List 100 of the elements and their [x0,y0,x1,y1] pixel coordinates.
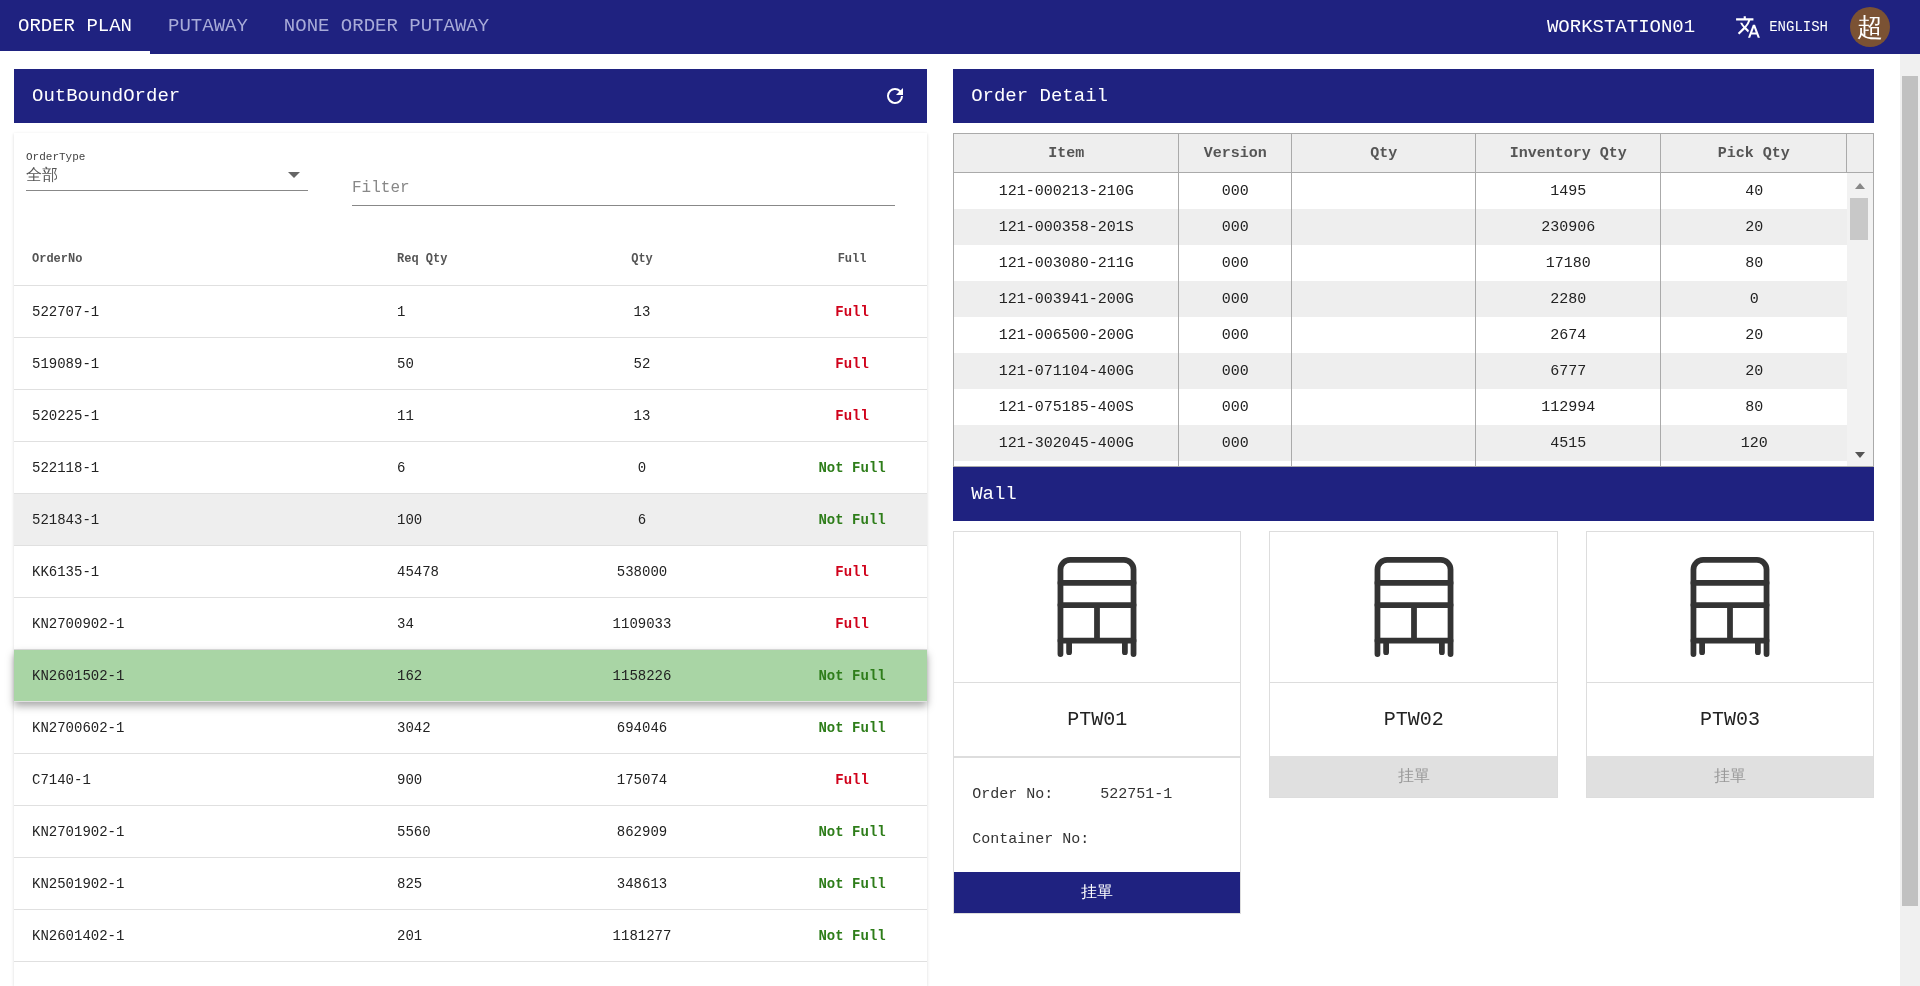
status-text: Not Full [817,667,887,684]
order-type-dropdown[interactable]: OrderType 全部 [26,151,308,191]
table-cell-text: 519089-1 [32,355,101,372]
table-cell-text: 522707-1 [32,303,101,320]
order-no-label: Order No: [972,786,1055,803]
table-cell: 000 [1179,425,1293,461]
order-row[interactable]: C7140-1 900 175074 Full [14,754,928,806]
table-cell-text: 900 [396,771,424,788]
order-row[interactable]: KN2700602-1 3042 694046 Not Full [14,702,928,754]
scrollbar-thumb[interactable] [1902,76,1918,906]
column-header[interactable]: Qty [1292,134,1477,172]
status-text: Not Full [817,823,887,840]
column-header[interactable]: Pick Qty [1661,134,1848,172]
nav-tab[interactable]: NONE ORDER PUTAWAY [265,0,508,54]
order-row[interactable]: 522707-1 1 13 Full [14,286,928,338]
table-cell-text: 3042 [396,719,432,736]
table-cell: 2280 [1476,281,1662,317]
status-text: Full [834,771,870,788]
nav-tab[interactable]: PUTAWAY [150,0,266,54]
order-row[interactable]: KN2701902-1 5560 862909 Not Full [14,806,928,858]
table-cell-text: 6 [396,459,407,476]
panel-title: OutBoundOrder [32,85,181,107]
table-cell-text: 862909 [615,823,669,840]
hang-order-button[interactable]: 挂單 [954,872,1241,913]
order-row[interactable]: 520225-1 11 13 Full [14,390,928,442]
table-cell-text: 80 [1744,397,1765,418]
table-cell-text: 50 [396,355,415,372]
wall-name: PTW03 [1698,707,1761,733]
table-cell-text: 34 [396,615,415,632]
status-text: Not Full [817,719,887,736]
column-header[interactable]: Req Qty [352,252,507,266]
table-cell-text: 521843-1 [32,511,101,528]
table-cell-text: 5560 [396,823,432,840]
table-cell-text: 11 [396,407,415,424]
column-header[interactable]: Inventory Qty [1476,134,1662,172]
table-cell-text: 1158226 [611,667,673,684]
status-text: Not Full [817,927,887,944]
table-cell-text: 20 [1744,361,1765,382]
table-cell: 4515 [1476,425,1662,461]
order-row[interactable]: KK6135-1 45478 538000 Full [14,546,928,598]
table-cell-text: C7140-1 [32,771,92,788]
table-cell-text: 100 [396,511,424,528]
status-text: Full [834,303,870,320]
table-cell: 121-071104-400G [954,353,1180,389]
scroll-down-icon[interactable] [1855,452,1866,458]
table-cell-text: 825 [396,875,424,892]
page-scrollbar[interactable] [1900,54,1920,986]
table-cell-text: KK6135-1 [32,563,101,580]
scrollbar[interactable] [1847,173,1874,466]
status-text: Not Full [817,459,887,476]
table-cell-text: KN2701902-1 [32,823,126,840]
order-row[interactable]: 521843-1 100 6 Not Full [14,494,928,546]
table-cell-text: 538000 [615,563,669,580]
scroll-up-icon[interactable] [1855,183,1866,189]
table-cell-text: 6 [636,511,648,528]
table-cell-text: KN2501902-1 [32,875,126,892]
wall-card[interactable]: PTW01 Order No: 522751-1 Container No: 挂單 [953,531,1242,914]
panel-title: Wall [971,483,1017,505]
table-cell-text: 694046 [615,719,669,736]
scrollbar-thumb[interactable] [1850,198,1869,240]
order-no-value: 522751-1 [1100,786,1173,803]
translate-icon [1735,14,1762,40]
table-cell-text: 162 [396,667,424,684]
order-row[interactable]: KN2601402-1 201 1181277 Not Full [14,910,928,962]
table-cell-text: 80 [1744,253,1765,274]
column-header[interactable]: Item [954,134,1180,172]
table-cell-text: KN2601502-1 [32,667,126,684]
table-cell-text: 201 [396,927,424,944]
language-button[interactable]: ENGLISH [1735,14,1828,40]
table-cell-text: 13 [632,407,652,424]
panel-title: Order Detail [971,85,1108,107]
table-cell-text: 522118-1 [32,459,101,476]
table-cell-text: 1 [396,303,407,320]
wall-name: PTW02 [1382,707,1445,733]
table-cell-text: 20 [1744,217,1765,238]
status-text: Not Full [817,511,887,528]
table-cell-text: KN2601402-1 [32,927,126,944]
column-header[interactable]: Full [777,252,928,266]
order-row[interactable]: 519089-1 50 52 Full [14,338,928,390]
user-avatar[interactable]: 超 [1850,7,1890,47]
column-header[interactable]: OrderNo [32,252,352,266]
table-cell-text: 45478 [396,563,440,580]
container-no-label: Container No: [972,831,1091,848]
status-text: Full [834,407,870,424]
table-cell-text: 0 [636,459,648,476]
order-row[interactable]: KN2501902-1 825 348613 Not Full [14,858,928,910]
caret-icon [288,172,300,178]
wall-name: PTW01 [1066,707,1129,733]
table-cell: 000 [1179,281,1293,317]
table-cell-text: 20 [1744,325,1765,346]
nav-tab[interactable]: ORDER PLAN [0,0,151,54]
column-header[interactable]: Version [1179,134,1293,172]
table-cell: 000 [1179,353,1293,389]
status-text: Full [834,355,870,372]
table-cell-text: 13 [632,303,652,320]
order-row[interactable]: KN2601502-1 162 1158226 Not Full [14,650,928,702]
table-cell-text: KN2700902-1 [32,615,126,632]
table-cell-text: 348613 [615,875,669,892]
table-cell-text: 1109033 [611,615,673,632]
column-header[interactable]: Qty [507,252,777,266]
